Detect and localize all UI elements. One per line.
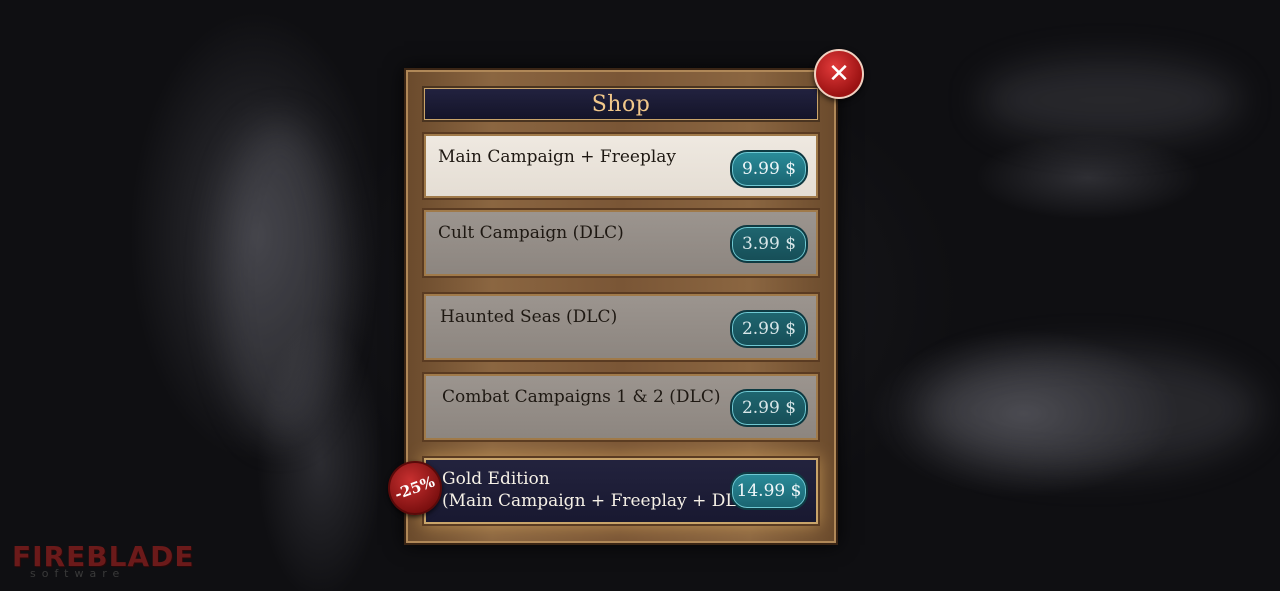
item-label: Main Campaign + Freeplay [438, 147, 677, 167]
close-button[interactable]: ✕ [814, 49, 864, 99]
shop-panel: Shop Main Campaign + Freeplay 9.99 $ Cul… [404, 68, 838, 545]
shop-title: Shop [591, 91, 651, 117]
shop-item-cult-campaign[interactable]: Cult Campaign (DLC) 3.99 $ [422, 208, 820, 278]
discount-label: -25% [392, 472, 438, 504]
price-button[interactable]: 14.99 $ [730, 472, 808, 510]
shop-item-haunted-seas[interactable]: Haunted Seas (DLC) 2.99 $ [422, 292, 820, 362]
price-button[interactable]: 9.99 $ [730, 150, 808, 188]
item-label-line1: Gold Edition [442, 469, 550, 489]
item-label: Cult Campaign (DLC) [438, 223, 624, 243]
discount-badge: -25% [388, 461, 442, 515]
item-label-line2: (Main Campaign + Freeplay + DLCs) [442, 491, 765, 511]
shop-item-combat-campaigns[interactable]: Combat Campaigns 1 & 2 (DLC) 2.99 $ [422, 372, 820, 442]
shop-title-bar: Shop [422, 86, 820, 122]
price-button[interactable]: 2.99 $ [730, 310, 808, 348]
close-icon: ✕ [828, 59, 850, 89]
item-label: Combat Campaigns 1 & 2 (DLC) [442, 387, 721, 407]
item-label: Gold Edition (Main Campaign + Freeplay +… [424, 458, 765, 512]
fireblade-logo: FIREBLADE software [12, 540, 194, 580]
price-button[interactable]: 3.99 $ [730, 225, 808, 263]
item-label: Haunted Seas (DLC) [440, 307, 618, 327]
shop-item-main-campaign[interactable]: Main Campaign + Freeplay 9.99 $ [422, 132, 820, 200]
price-button[interactable]: 2.99 $ [730, 389, 808, 427]
shop-item-gold-edition[interactable]: Gold Edition (Main Campaign + Freeplay +… [422, 456, 820, 526]
